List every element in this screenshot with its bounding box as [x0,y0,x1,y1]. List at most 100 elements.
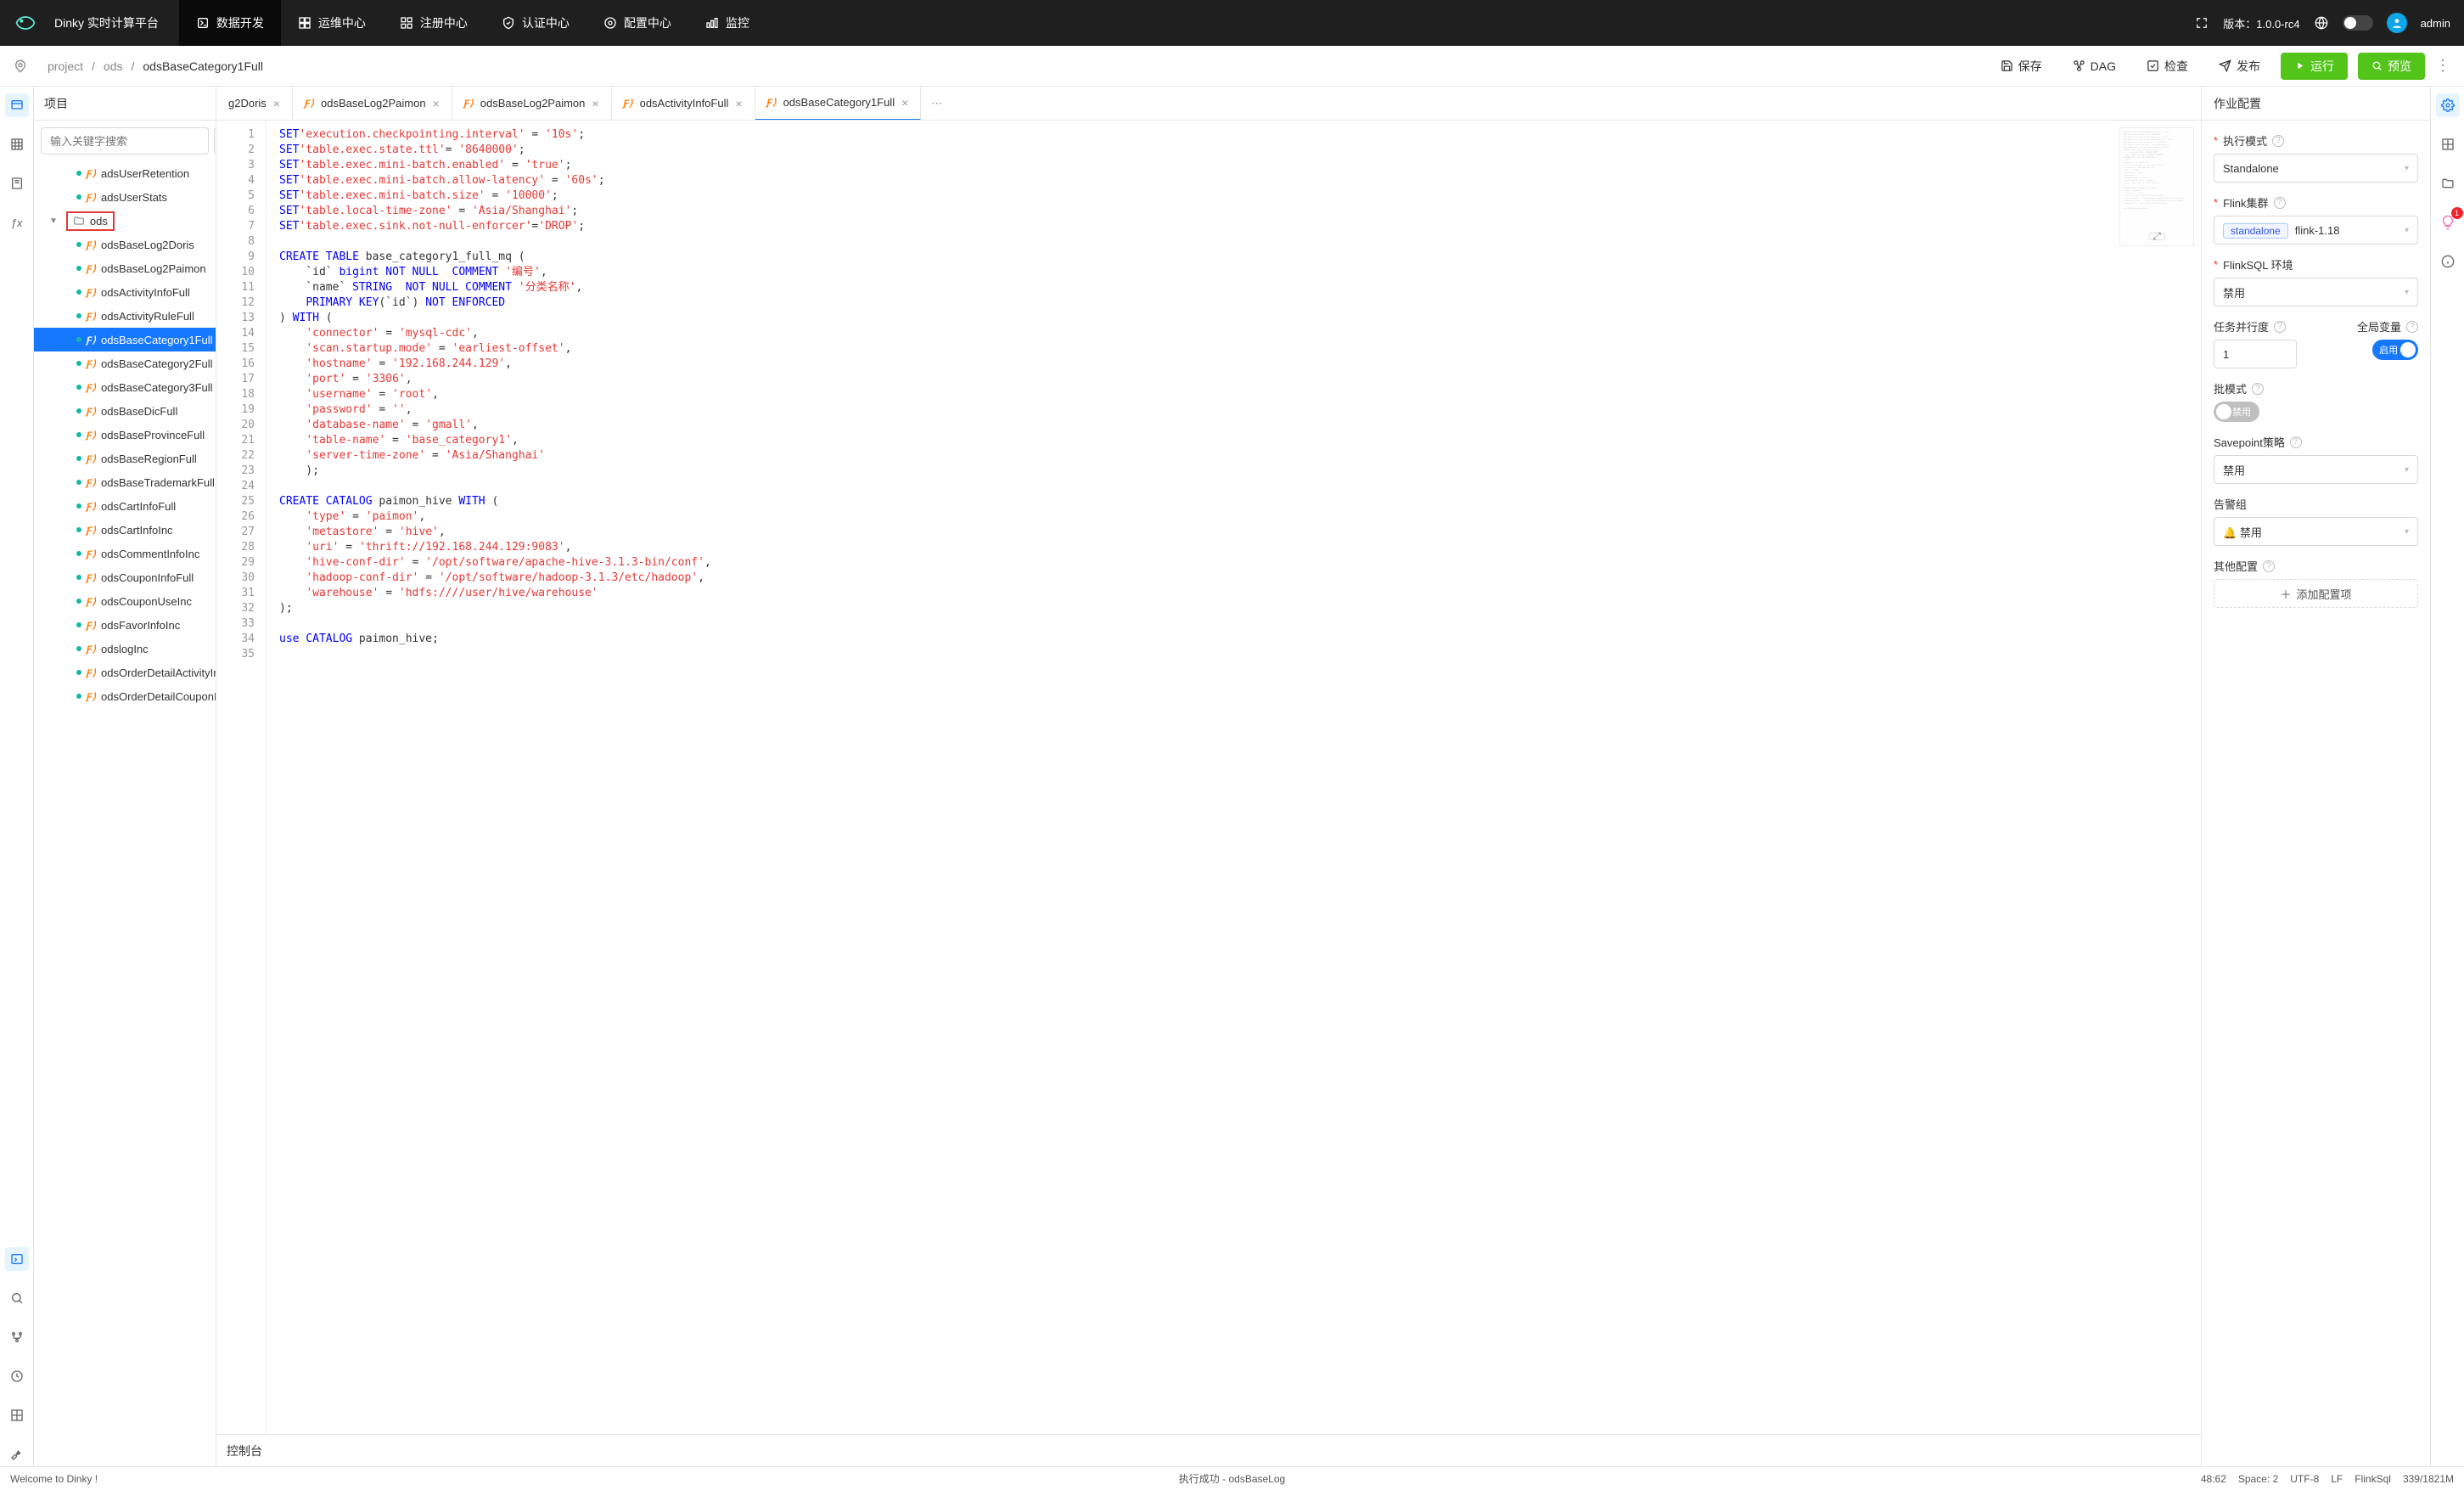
bulb-icon[interactable]: 1 [2436,211,2460,234]
console-bar[interactable]: 控制台 [216,1434,2201,1466]
tree-file[interactable]: Ƒ⟩odsCouponUseInc [34,589,216,613]
user-name[interactable]: admin [2421,17,2450,30]
help-icon[interactable]: ? [2252,383,2264,395]
nav-item-0[interactable]: 数据开发 [179,0,281,46]
tree-folder[interactable]: ▼ods [34,209,216,233]
breadcrumb-part[interactable]: ods [104,59,123,73]
env-select[interactable]: 禁用▾ [2214,278,2418,306]
tree-file[interactable]: Ƒ⟩adsUserRetention [34,161,216,185]
status-encoding[interactable]: UTF-8 [2290,1473,2319,1485]
help-icon[interactable]: ? [2272,135,2284,147]
tree-file[interactable]: Ƒ⟩odsBaseCategory1Full [34,328,216,351]
code-editor[interactable]: 1234567891011121314151617181920212223242… [216,121,2201,1434]
tree-file[interactable]: Ƒ⟩adsUserStats [34,185,216,209]
nav-item-5[interactable]: 监控 [688,0,766,46]
close-icon[interactable]: × [901,96,908,110]
add-config-button[interactable]: ＋添加配置项 [2214,579,2418,608]
tree-file[interactable]: Ƒ⟩odsCartInfoFull [34,494,216,518]
status-dot [76,694,81,699]
tree-file[interactable]: Ƒ⟩odsCartInfoInc [34,518,216,542]
batch-switch[interactable]: 禁用 [2214,402,2259,422]
tree-file[interactable]: Ƒ⟩odsFavorInfoInc [34,613,216,637]
tree-file[interactable]: Ƒ⟩odsActivityRuleFull [34,304,216,328]
tree-file[interactable]: Ƒ⟩odsActivityInfoFull [34,280,216,304]
rail-sql-icon[interactable] [5,93,29,117]
status-lang[interactable]: FlinkSql [2355,1473,2391,1485]
tree-file[interactable]: Ƒ⟩odslogInc [34,637,216,661]
tree-search-input[interactable] [41,127,209,155]
run-button[interactable]: 运行 [2281,53,2348,80]
tree-file[interactable]: Ƒ⟩odsCouponInfoFull [34,565,216,589]
settings-icon[interactable] [2436,93,2460,117]
rail-search-icon[interactable] [5,1286,29,1310]
minimap[interactable]: SET'execution.checkpointing.interval' = … [2119,127,2194,246]
other-label: 其他配置 [2214,558,2258,574]
theme-toggle[interactable] [2343,15,2373,31]
fullscreen-icon[interactable] [2194,15,2209,31]
tree-file[interactable]: Ƒ⟩odsBaseLog2Paimon [34,256,216,280]
preview-button[interactable]: 预览 [2358,53,2425,80]
tree-file[interactable]: Ƒ⟩odsCommentInfoInc [34,542,216,565]
editor-tab[interactable]: Ƒ⟩odsBaseLog2Paimon× [452,87,612,121]
location-icon [14,59,27,73]
savepoint-select[interactable]: 禁用▾ [2214,455,2418,484]
rail-wrench-icon[interactable] [5,1442,29,1466]
tree-file[interactable]: Ƒ⟩odsBaseDicFull [34,399,216,423]
folder-icon[interactable] [2436,171,2460,195]
rail-grid-icon[interactable] [5,1403,29,1427]
user-avatar[interactable] [2387,13,2407,33]
tree-file[interactable]: Ƒ⟩odsBaseRegionFull [34,447,216,470]
help-icon[interactable]: ? [2263,560,2275,572]
editor-tab[interactable]: Ƒ⟩odsBaseLog2Paimon× [293,87,452,121]
language-icon[interactable] [2314,15,2329,31]
globalvar-switch[interactable]: 启用 [2372,340,2418,360]
tree-file[interactable]: Ƒ⟩odsOrderDetailActivityInc [34,661,216,684]
tree-file[interactable]: Ƒ⟩odsOrderDetailCouponInc [34,684,216,708]
info-icon[interactable] [2436,250,2460,273]
more-icon[interactable]: ⋮ [2435,57,2450,75]
editor-tab[interactable]: g2Doris× [216,87,293,121]
rail-branch-icon[interactable] [5,1325,29,1349]
close-icon[interactable]: × [735,97,742,110]
rail-history-icon[interactable] [5,1364,29,1388]
flink-file-icon: Ƒ⟩ [464,98,474,109]
help-icon[interactable]: ? [2290,436,2302,448]
grid-icon[interactable] [2436,132,2460,156]
save-button[interactable]: 保存 [1990,53,2052,80]
cluster-select[interactable]: standaloneflink-1.18▾ [2214,216,2418,245]
exec-mode-select[interactable]: Standalone▾ [2214,154,2418,183]
tab-more[interactable]: ⋯ [921,97,952,110]
rail-terminal-icon[interactable] [5,1247,29,1271]
nav-item-3[interactable]: 认证中心 [485,0,587,46]
tree-file[interactable]: Ƒ⟩odsBaseTrademarkFull [34,470,216,494]
help-icon[interactable]: ? [2274,321,2286,333]
nav-item-4[interactable]: 配置中心 [587,0,688,46]
tree-file[interactable]: Ƒ⟩odsBaseLog2Doris [34,233,216,256]
editor-tab[interactable]: Ƒ⟩odsBaseCategory1Full× [755,87,922,121]
status-cursor[interactable]: 48:62 [2201,1473,2226,1485]
expand-icon[interactable]: ⤢ [2148,233,2165,240]
exec-mode-label: 执行模式 [2223,132,2267,149]
status-eol[interactable]: LF [2331,1473,2343,1485]
alert-select[interactable]: 🔔 禁用▾ [2214,517,2418,546]
help-icon[interactable]: ? [2406,321,2418,333]
nav-item-2[interactable]: 注册中心 [383,0,485,46]
publish-button[interactable]: 发布 [2209,53,2270,80]
editor-tab[interactable]: Ƒ⟩odsActivityInfoFull× [612,87,755,121]
close-icon[interactable]: × [273,97,280,110]
help-icon[interactable]: ? [2274,197,2286,209]
nav-item-1[interactable]: 运维中心 [281,0,383,46]
tree-file[interactable]: Ƒ⟩odsBaseCategory3Full [34,375,216,399]
rail-table-icon[interactable] [5,132,29,156]
parallelism-input[interactable]: 1 [2214,340,2297,368]
check-button[interactable]: 检查 [2136,53,2198,80]
close-icon[interactable]: × [433,97,440,110]
tree-file[interactable]: Ƒ⟩odsBaseProvinceFull [34,423,216,447]
rail-db-icon[interactable] [5,171,29,195]
status-space[interactable]: Space: 2 [2238,1473,2278,1485]
tree-file[interactable]: Ƒ⟩odsBaseCategory2Full [34,351,216,375]
rail-fx-icon[interactable]: ƒx [5,211,29,234]
breadcrumb-part[interactable]: project [48,59,83,73]
close-icon[interactable]: × [592,97,598,110]
dag-button[interactable]: DAG [2063,54,2126,78]
